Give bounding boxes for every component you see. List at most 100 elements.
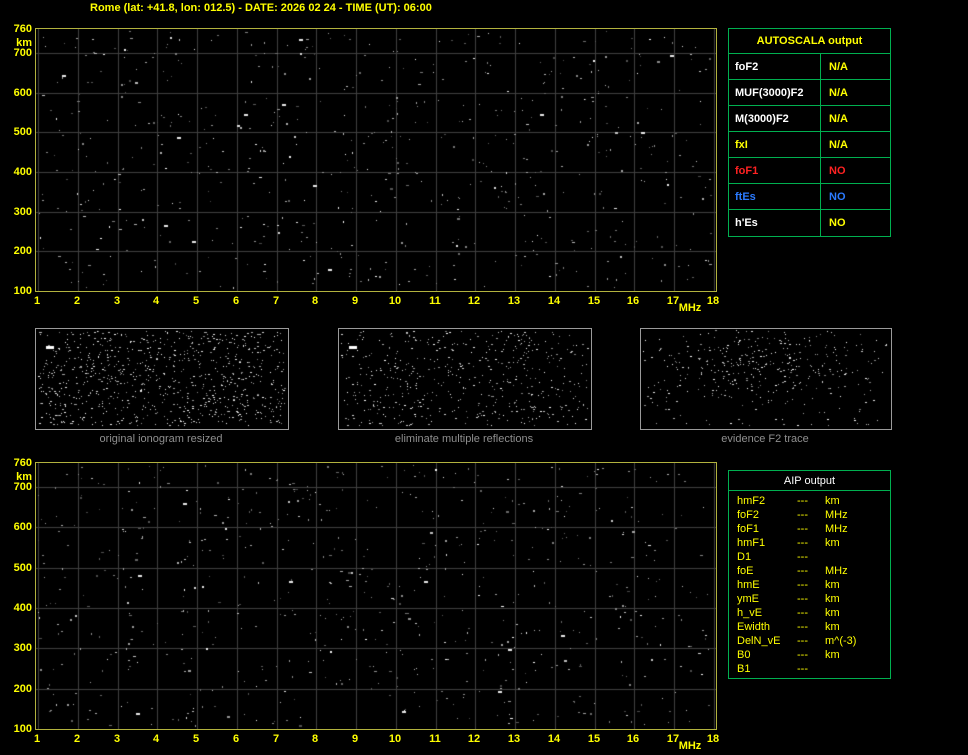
autoscala-table-row: M(3000)F2 N/A xyxy=(729,106,890,132)
aip-row-name: h_vE xyxy=(737,607,763,619)
aip-row-name: B0 xyxy=(737,649,751,661)
aip-output-table: AIP output hmF2 --- km foF2 --- MHz foF1 --- MHz h… xyxy=(728,470,891,679)
aip-row-value: --- xyxy=(797,593,808,605)
x-axis-unit-label: MHz xyxy=(678,740,702,752)
aip-row-name: ymE xyxy=(737,593,759,605)
y-axis-tick-label: 600 xyxy=(13,87,32,99)
page-title: Rome (lat: +41.8, lon: 012.5) - DATE: 20… xyxy=(90,2,432,14)
aip-row-name: hmE xyxy=(737,579,760,591)
aip-row-unit: MHz xyxy=(825,565,848,577)
aip-row-value: --- xyxy=(797,565,808,577)
autoscala-output-table: AUTOSCALA output foF2 N/A MUF(3000)F2 N/A M(3… xyxy=(728,28,891,237)
aip-row-value: --- xyxy=(797,579,808,591)
autoscala-row-value: N/A xyxy=(829,60,848,73)
x-axis-tick-label: 1 xyxy=(33,733,41,745)
x-axis-tick-label: 10 xyxy=(388,295,402,307)
y-axis-tick-label: 200 xyxy=(13,245,32,257)
autoscala-table-row: ftEs NO xyxy=(729,184,890,210)
autoscala-table-row: foF2 N/A xyxy=(729,54,890,80)
x-axis-unit-label: MHz xyxy=(678,302,702,314)
y-axis-tick-label: 400 xyxy=(13,166,32,178)
x-axis-tick-label: 4 xyxy=(152,295,160,307)
aip-row-value: --- xyxy=(797,649,808,661)
aip-row-name: D1 xyxy=(737,551,752,563)
aip-row-value: --- xyxy=(797,495,808,507)
panel-caption-eliminate-reflections: eliminate multiple reflections xyxy=(394,433,534,445)
x-axis-tick-label: 14 xyxy=(547,733,561,745)
aip-row-value: --- xyxy=(797,663,808,675)
y-axis-tick-label: 400 xyxy=(13,602,32,614)
x-axis-tick-label: 3 xyxy=(113,295,121,307)
aip-row-unit: MHz xyxy=(825,509,848,521)
x-axis-tick-label: 2 xyxy=(73,733,81,745)
aip-table-row: hmE --- km xyxy=(729,578,890,592)
aip-row-value: --- xyxy=(797,621,808,633)
aip-row-unit: m^(-3) xyxy=(825,635,857,647)
aip-table-row: Ewidth --- km xyxy=(729,620,890,634)
aip-table-row: foE --- MHz xyxy=(729,564,890,578)
x-axis-tick-label: 12 xyxy=(467,733,481,745)
y-axis-unit-label: km xyxy=(16,37,32,49)
autoscala-row-label: foF2 xyxy=(729,54,821,79)
aip-row-unit: km xyxy=(825,495,840,507)
aip-row-unit: km xyxy=(825,537,840,549)
aip-table-row: hmF1 --- km xyxy=(729,536,890,550)
iono-bottom-plot-area xyxy=(35,462,717,730)
autoscala-row-value: N/A xyxy=(829,138,848,151)
autoscala-row-label: h'Es xyxy=(729,210,821,236)
x-axis-tick-label: 11 xyxy=(429,733,441,745)
aip-row-name: foF1 xyxy=(737,523,760,535)
x-axis-tick-label: 5 xyxy=(192,295,200,307)
x-axis-tick-label: 14 xyxy=(547,295,561,307)
autoscala-row-value: N/A xyxy=(829,112,848,125)
aip-table-row: D1 --- xyxy=(729,550,890,564)
panel-caption-original-ionogram: original ionogram resized xyxy=(99,433,223,445)
x-axis-tick-label: 15 xyxy=(587,295,601,307)
x-axis-tick-label: 8 xyxy=(311,295,319,307)
aip-row-unit: MHz xyxy=(825,523,848,535)
aip-row-value: --- xyxy=(797,523,808,535)
processing-panel-2 xyxy=(640,328,892,430)
aip-row-unit: km xyxy=(825,621,840,633)
autoscala-row-label: foF1 xyxy=(729,158,821,183)
aip-table-row: foF2 --- MHz xyxy=(729,508,890,522)
aip-row-name: foF2 xyxy=(737,509,760,521)
aip-row-unit: km xyxy=(825,607,840,619)
x-axis-tick-label: 15 xyxy=(587,733,601,745)
autoscala-table-row: fxI N/A xyxy=(729,132,890,158)
x-axis-tick-label: 11 xyxy=(429,295,441,307)
aip-row-name: DelN_vE xyxy=(737,635,781,647)
autoscala-table-row: MUF(3000)F2 N/A xyxy=(729,80,890,106)
aip-row-value: --- xyxy=(797,509,808,521)
x-axis-tick-label: 6 xyxy=(232,295,240,307)
aip-table-row: foF1 --- MHz xyxy=(729,522,890,536)
y-axis-tick-label: 760 xyxy=(13,23,32,35)
x-axis-tick-label: 16 xyxy=(626,295,640,307)
aip-row-unit: km xyxy=(825,593,840,605)
autoscala-row-value: NO xyxy=(829,217,846,229)
x-axis-tick-label: 16 xyxy=(626,733,640,745)
y-axis-tick-label: 600 xyxy=(13,521,32,533)
autoscala-row-value: NO xyxy=(829,164,846,177)
y-axis-tick-label: 200 xyxy=(13,683,32,695)
aip-table-row: h_vE --- km xyxy=(729,606,890,620)
x-axis-tick-label: 9 xyxy=(351,733,359,745)
autoscala-row-value: NO xyxy=(829,190,846,203)
aip-row-name: Ewidth xyxy=(737,621,771,633)
aip-row-value: --- xyxy=(797,607,808,619)
autoscala-row-label: fxI xyxy=(729,132,821,157)
autoscala-row-label: MUF(3000)F2 xyxy=(729,80,821,105)
autoscala-screen: Rome (lat: +41.8, lon: 012.5) - DATE: 20… xyxy=(0,0,968,755)
autoscala-row-label: M(3000)F2 xyxy=(729,106,821,131)
aip-table-header: AIP output xyxy=(729,471,890,491)
y-axis-unit-label: km xyxy=(16,471,32,483)
processing-panel-1 xyxy=(338,328,592,430)
x-axis-tick-label: 5 xyxy=(192,733,200,745)
aip-table-row: DelN_vE --- m^(-3) xyxy=(729,634,890,648)
x-axis-tick-label: 4 xyxy=(152,733,160,745)
panel-caption-evidence-f2-trace: evidence F2 trace xyxy=(721,433,809,445)
autoscala-row-label: ftEs xyxy=(729,184,821,209)
aip-table-row: B1 --- xyxy=(729,662,890,676)
aip-row-value: --- xyxy=(797,551,808,563)
aip-row-unit: km xyxy=(825,579,840,591)
